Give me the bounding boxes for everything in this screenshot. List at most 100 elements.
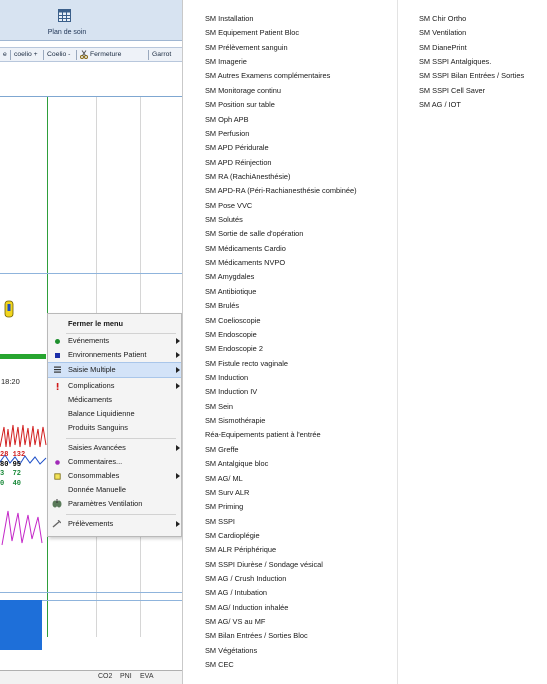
- submenu-item[interactable]: SM ALR Périphérique: [205, 543, 357, 557]
- submenu-item[interactable]: SM Végétations: [205, 644, 357, 658]
- submenu-column-2: SM Chir Ortho SM Ventilation SM DianePrint…: [419, 12, 524, 113]
- close-menu-item[interactable]: Fermer le menu: [48, 317, 181, 331]
- vital-value: 95: [12, 460, 22, 469]
- menu-item-medicaments[interactable]: Médicaments: [48, 393, 181, 407]
- toolbar-separator: [10, 50, 11, 60]
- submenu-item[interactable]: SM Coelioscopie: [205, 314, 357, 328]
- menu-item-prelevements[interactable]: Prélèvements: [48, 517, 181, 531]
- menu-item-saisie-multiple[interactable]: Saisie Multiple: [48, 362, 181, 378]
- submenu-item[interactable]: SM AG/ Induction inhalée: [205, 601, 357, 615]
- submenu-item[interactable]: SM CEC: [205, 658, 357, 672]
- lungs-icon: [52, 499, 62, 508]
- procedure-toolbar: e coelio + Coelio - Fermeture Garrot: [0, 47, 190, 62]
- submenu-item[interactable]: SM Priming: [205, 500, 357, 514]
- submenu-item[interactable]: SM Amygdales: [205, 270, 357, 284]
- menu-item-commentaires[interactable]: Commentaires...: [48, 455, 181, 469]
- menu-item-label: Saisie Multiple: [68, 365, 116, 374]
- patient-alert-icon[interactable]: [4, 300, 14, 318]
- submenu-item[interactable]: SM SSPI: [205, 515, 357, 529]
- submenu-item[interactable]: SM Chir Ortho: [419, 12, 524, 26]
- submenu-item[interactable]: Réa-Equipements patient à l'entrée: [205, 428, 357, 442]
- submenu-item[interactable]: SM RA (RachiAnesthésie): [205, 170, 357, 184]
- submenu-item[interactable]: SM Imagerie: [205, 55, 357, 69]
- submenu-item[interactable]: SM Cardioplégie: [205, 529, 357, 543]
- menu-item-environnements-patient[interactable]: Environnements Patient: [48, 348, 181, 362]
- list-icon: [54, 366, 61, 373]
- submenu-item[interactable]: SM Solutés: [205, 213, 357, 227]
- menu-item-complications[interactable]: Complications: [48, 379, 181, 393]
- menu-item-parametres-ventilation[interactable]: Paramètres Ventilation: [48, 497, 181, 511]
- submenu-item[interactable]: SM Sortie de salle d'opération: [205, 227, 357, 241]
- grid-calendar-icon: [58, 9, 71, 22]
- menu-item-label: Balance Liquidienne: [68, 409, 135, 418]
- submenu-item[interactable]: SM Monitorage continu: [205, 84, 357, 98]
- submenu-item[interactable]: SM Prélèvement sanguin: [205, 41, 357, 55]
- submenu-item[interactable]: SM Médicaments Cardio: [205, 242, 357, 256]
- submenu-item[interactable]: SM AG / Intubation: [205, 586, 357, 600]
- blue-chart-area: [0, 600, 42, 650]
- submenu-item[interactable]: SM Induction IV: [205, 385, 357, 399]
- plan-de-soin-header[interactable]: Plan de soin: [0, 0, 190, 41]
- submenu-item[interactable]: SM Brulés: [205, 299, 357, 313]
- menu-item-donnee-manuelle[interactable]: Donnée Manuelle: [48, 483, 181, 497]
- submenu-item[interactable]: SM DianePrint: [419, 41, 524, 55]
- submenu-item[interactable]: SM Bilan Entrées / Sorties Bloc: [205, 629, 357, 643]
- submenu-item[interactable]: SM Oph APB: [205, 113, 357, 127]
- submenu-item[interactable]: SM Pose VVC: [205, 199, 357, 213]
- toolbar-button-e[interactable]: e: [3, 49, 7, 61]
- menu-item-label: Médicaments: [68, 395, 112, 404]
- menu-item-label: Saisies Avancées: [68, 443, 126, 452]
- submenu-item[interactable]: SM APD Péridurale: [205, 141, 357, 155]
- submenu-item[interactable]: SM SSPI Cell Saver: [419, 84, 524, 98]
- submenu-item[interactable]: SM Endoscopie 2: [205, 342, 357, 356]
- toolbar-button-coelio-minus[interactable]: Coelio -: [47, 49, 70, 61]
- blue-square-icon: [55, 353, 60, 358]
- menu-item-balance-liquidienne[interactable]: Balance Liquidienne: [48, 407, 181, 421]
- toolbar-button-fermeture[interactable]: Fermeture: [80, 49, 146, 61]
- submenu-item[interactable]: SM AG/ VS au MF: [205, 615, 357, 629]
- toolbar-button-coelio-plus[interactable]: coelio +: [14, 49, 38, 61]
- menu-separator: [66, 438, 176, 439]
- menu-item-label: Complications: [68, 381, 115, 390]
- vitals-row: 80 95: [0, 461, 46, 471]
- submenu-item[interactable]: SM Ventilation: [419, 26, 524, 40]
- submenu-item[interactable]: SM Antalgique bloc: [205, 457, 357, 471]
- bottom-status-bar: CO2 PNI EVA: [0, 670, 190, 684]
- submenu-item[interactable]: SM Induction: [205, 371, 357, 385]
- submenu-item[interactable]: SM Position sur table: [205, 98, 357, 112]
- submenu-item[interactable]: SM APD Réinjection: [205, 156, 357, 170]
- submenu-item[interactable]: SM SSPI Bilan Entrées / Sorties: [419, 69, 524, 83]
- menu-item-produits-sanguins[interactable]: Produits Sanguins: [48, 421, 181, 435]
- menu-item-consommables[interactable]: Consommables: [48, 469, 181, 483]
- submenu-item[interactable]: SM SSPI Diurèse / Sondage vésical: [205, 558, 357, 572]
- submenu-item[interactable]: SM Greffe: [205, 443, 357, 457]
- toolbar-button-garrot[interactable]: Garrot: [152, 49, 171, 61]
- submenu-item[interactable]: SM SSPI Antalgiques.: [419, 55, 524, 69]
- submenu-item[interactable]: SM Perfusion: [205, 127, 357, 141]
- submenu-item[interactable]: SM Endoscopie: [205, 328, 357, 342]
- submenu-item[interactable]: SM Installation: [205, 12, 357, 26]
- submenu-arrow-icon: [176, 445, 180, 451]
- bottom-label-co2[interactable]: CO2: [98, 673, 112, 680]
- submenu-item[interactable]: SM Sein: [205, 400, 357, 414]
- bottom-label-eva[interactable]: EVA: [140, 673, 154, 680]
- submenu-item[interactable]: SM AG/ ML: [205, 472, 357, 486]
- submenu-item[interactable]: SM Antibiotique: [205, 285, 357, 299]
- menu-item-saisies-avancees[interactable]: Saisies Avancées: [48, 441, 181, 455]
- submenu-item[interactable]: SM AG / Crush Induction: [205, 572, 357, 586]
- submenu-item[interactable]: SM Fistule recto vaginale: [205, 357, 357, 371]
- menu-item-evenements[interactable]: Evénements: [48, 334, 181, 348]
- submenu-item[interactable]: SM Equipement Patient Bloc: [205, 26, 357, 40]
- bottom-label-pni[interactable]: PNI: [120, 673, 132, 680]
- submenu-arrow-icon: [176, 473, 180, 479]
- syringe-icon: [52, 520, 61, 528]
- submenu-item[interactable]: SM Autres Examens complémentaires: [205, 69, 357, 83]
- close-menu-label: Fermer le menu: [68, 319, 124, 328]
- context-menu: Fermer le menu Evénements Environnements…: [47, 313, 182, 537]
- submenu-item[interactable]: SM Surv ALR: [205, 486, 357, 500]
- submenu-item[interactable]: SM APD-RA (Péri-Rachianesthésie combinée…: [205, 184, 357, 198]
- exclamation-icon: [56, 383, 59, 390]
- submenu-item[interactable]: SM Sismothérapie: [205, 414, 357, 428]
- submenu-item[interactable]: SM AG / IOT: [419, 98, 524, 112]
- submenu-item[interactable]: SM Médicaments NVPO: [205, 256, 357, 270]
